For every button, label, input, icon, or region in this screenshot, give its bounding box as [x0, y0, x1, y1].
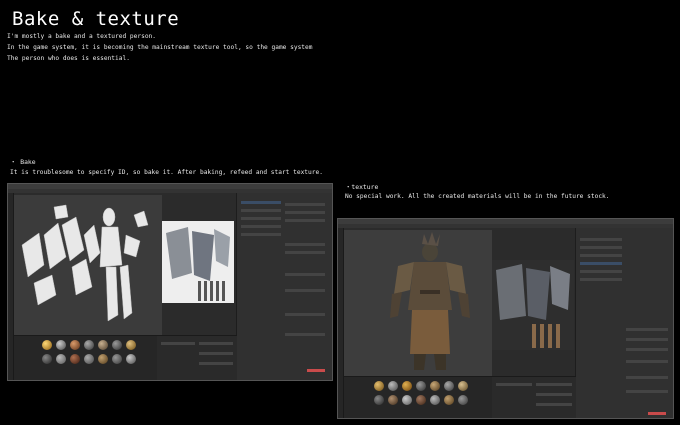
- material-ball[interactable]: [42, 340, 52, 350]
- property-row[interactable]: [626, 348, 668, 351]
- material-ball[interactable]: [42, 354, 52, 364]
- property-row[interactable]: [285, 289, 325, 292]
- material-ball[interactable]: [56, 340, 66, 350]
- baked-texture-preview: [162, 221, 234, 303]
- material-ball[interactable]: [388, 381, 398, 391]
- setting-row[interactable]: [536, 393, 572, 396]
- texture-screenshot: [337, 218, 674, 419]
- material-ball[interactable]: [444, 395, 454, 405]
- layer-row[interactable]: [580, 262, 622, 265]
- texture-set-panel: [492, 376, 576, 418]
- shelf-panel: [344, 376, 492, 418]
- character-model: [390, 232, 470, 370]
- uv-viewport[interactable]: [14, 195, 162, 335]
- material-ball[interactable]: [430, 381, 440, 391]
- material-ball[interactable]: [98, 340, 108, 350]
- material-ball[interactable]: [56, 354, 66, 364]
- intro-line: In the game system, it is becoming the m…: [7, 44, 313, 51]
- texture-set-panel: [157, 335, 237, 380]
- material-ball[interactable]: [444, 381, 454, 391]
- layer-row[interactable]: [241, 217, 281, 220]
- material-ball[interactable]: [416, 395, 426, 405]
- property-row[interactable]: [285, 333, 325, 336]
- bake-screenshot: [7, 183, 333, 381]
- bake-label: ・ Bake: [10, 158, 36, 166]
- page-title: Bake & texture: [12, 8, 180, 30]
- texture-viewport[interactable]: [162, 221, 234, 303]
- layer-row[interactable]: [580, 254, 622, 257]
- bake-description: It is troublesome to specify ID, so bake…: [10, 169, 323, 176]
- property-row[interactable]: [285, 273, 325, 276]
- property-row[interactable]: [285, 313, 325, 316]
- material-ball[interactable]: [112, 340, 122, 350]
- material-ball[interactable]: [388, 395, 398, 405]
- property-row[interactable]: [626, 390, 668, 393]
- layer-panel: [575, 228, 673, 418]
- property-row[interactable]: [285, 251, 325, 254]
- property-row[interactable]: [285, 211, 325, 214]
- material-ball[interactable]: [70, 340, 80, 350]
- texture-description: No special work. All the created materia…: [345, 193, 610, 200]
- accent-bar: [307, 369, 325, 372]
- setting-row[interactable]: [161, 342, 195, 345]
- setting-row[interactable]: [536, 403, 572, 406]
- material-ball[interactable]: [84, 354, 94, 364]
- material-ball[interactable]: [70, 354, 80, 364]
- material-ball[interactable]: [98, 354, 108, 364]
- texture-label: ・texture: [345, 183, 379, 191]
- intro-line: The person who does is essential.: [7, 55, 130, 62]
- texture-viewport[interactable]: [492, 260, 574, 350]
- material-ball[interactable]: [458, 381, 468, 391]
- property-row[interactable]: [626, 360, 668, 363]
- layer-row[interactable]: [580, 238, 622, 241]
- painted-texture-preview: [496, 264, 570, 348]
- setting-row[interactable]: [199, 342, 233, 345]
- layer-row[interactable]: [241, 201, 281, 204]
- material-ball[interactable]: [126, 354, 136, 364]
- material-ball[interactable]: [402, 395, 412, 405]
- property-row[interactable]: [285, 219, 325, 222]
- intro-text: I'm mostly a bake and a textured person.…: [7, 31, 312, 64]
- property-row[interactable]: [285, 203, 325, 206]
- shelf-panel: [14, 335, 157, 380]
- setting-row[interactable]: [496, 383, 532, 386]
- material-ball[interactable]: [374, 395, 384, 405]
- model-viewport[interactable]: [344, 230, 492, 376]
- property-row[interactable]: [285, 243, 325, 246]
- intro-line: I'm mostly a bake and a textured person.: [7, 33, 157, 40]
- property-row[interactable]: [626, 338, 668, 341]
- material-ball[interactable]: [112, 354, 122, 364]
- setting-row[interactable]: [199, 362, 233, 365]
- material-ball[interactable]: [126, 340, 136, 350]
- accent-bar: [648, 412, 666, 415]
- material-ball[interactable]: [84, 340, 94, 350]
- layer-row[interactable]: [580, 270, 622, 273]
- layer-row[interactable]: [241, 233, 281, 236]
- material-ball[interactable]: [430, 395, 440, 405]
- layer-row[interactable]: [241, 225, 281, 228]
- property-row[interactable]: [626, 376, 668, 379]
- material-ball[interactable]: [416, 381, 426, 391]
- layer-panel: [236, 193, 332, 380]
- setting-row[interactable]: [536, 383, 572, 386]
- layer-row[interactable]: [241, 209, 281, 212]
- layer-row[interactable]: [580, 278, 622, 281]
- layer-row[interactable]: [580, 246, 622, 249]
- property-row[interactable]: [626, 328, 668, 331]
- uv-islands: [21, 204, 149, 322]
- material-ball[interactable]: [402, 381, 412, 391]
- material-ball[interactable]: [458, 395, 468, 405]
- setting-row[interactable]: [199, 352, 233, 355]
- material-ball[interactable]: [374, 381, 384, 391]
